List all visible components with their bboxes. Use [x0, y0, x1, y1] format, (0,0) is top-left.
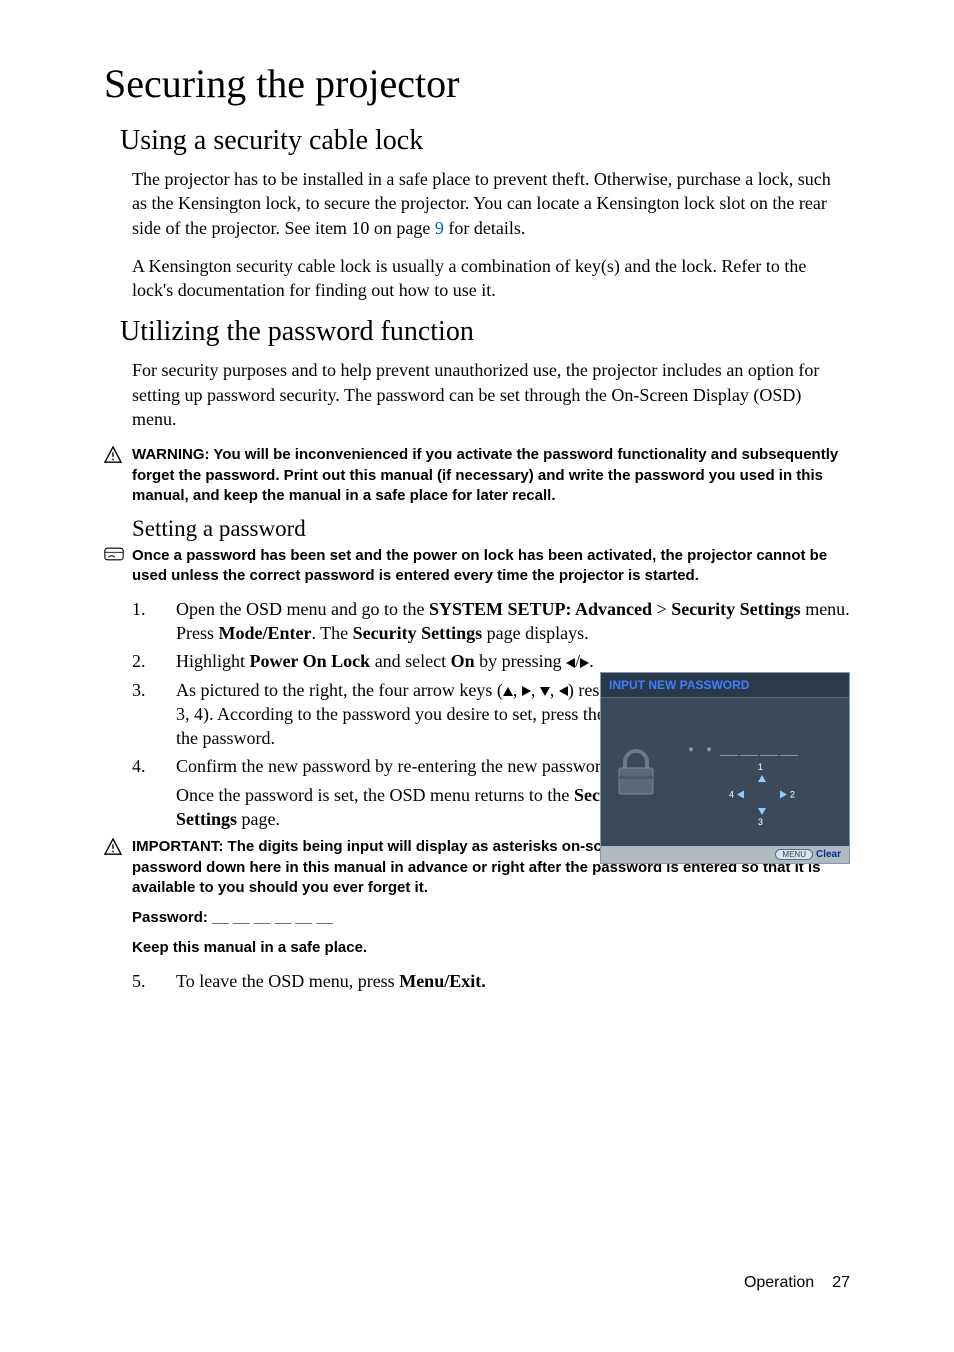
osd-footer: MENUClear	[601, 846, 849, 863]
down-arrow-icon	[540, 687, 550, 696]
osd-screenshot: INPUT NEW PASSWORD ** 1 2 3 4 MENUClear	[600, 672, 850, 864]
left-arrow-icon	[737, 791, 744, 799]
menu-path: Security Settings	[671, 599, 801, 619]
direction-left: 4	[729, 790, 744, 801]
up-arrow-icon	[758, 775, 766, 782]
text: Open the OSD menu and go to the	[176, 599, 429, 619]
right-arrow-icon	[780, 791, 787, 799]
option-label: Power On Lock	[250, 651, 371, 671]
text: for details.	[444, 218, 525, 238]
direction-right: 2	[780, 790, 795, 801]
blank-digit	[740, 746, 758, 756]
direction-down: 3	[758, 806, 766, 828]
paragraph: A Kensington security cable lock is usua…	[132, 254, 850, 303]
lock-icon	[615, 748, 657, 798]
blank-digit	[780, 746, 798, 756]
left-arrow-icon	[566, 658, 575, 668]
note-block: Once a password has been set and the pow…	[104, 546, 850, 587]
step-number: 1.	[132, 597, 176, 646]
osd-body: ** 1 2 3 4	[601, 698, 849, 846]
warning-text: WARNING: You will be inconvenienced if y…	[132, 445, 850, 506]
star-icon: *	[701, 744, 719, 759]
text: .	[589, 651, 594, 671]
text: Highlight	[176, 651, 250, 671]
text: To leave the OSD menu, press	[176, 971, 399, 991]
left-arrow-icon	[559, 686, 568, 696]
step-number: 2.	[132, 649, 176, 673]
menu-path: Security Settings	[353, 623, 483, 643]
osd-dialog: INPUT NEW PASSWORD ** 1 2 3 4 MENUClear	[600, 672, 850, 864]
star-icon: *	[683, 744, 701, 759]
paragraph: For security purposes and to help preven…	[132, 358, 850, 431]
button-label: Menu/Exit.	[399, 971, 486, 991]
right-arrow-icon	[522, 686, 531, 696]
step-number: 5.	[132, 969, 176, 993]
button-label: Mode/Enter	[219, 623, 312, 643]
blank-digit	[720, 746, 738, 756]
subsection-heading-setting-password: Setting a password	[132, 516, 850, 542]
clear-label: Clear	[816, 849, 841, 860]
warning-icon	[104, 837, 132, 898]
text: Once the password is set, the OSD menu r…	[176, 785, 574, 805]
warning-block: WARNING: You will be inconvenienced if y…	[104, 445, 850, 506]
text: >	[652, 599, 671, 619]
text: ,	[550, 680, 559, 700]
menu-button-hint: MENU	[775, 849, 813, 860]
down-arrow-icon	[758, 808, 766, 815]
footer-section: Operation	[744, 1274, 814, 1291]
arrow-keypad: 1 2 3 4	[727, 760, 797, 830]
text: page.	[237, 809, 280, 829]
direction-up: 1	[758, 762, 766, 784]
warning-icon	[104, 445, 132, 506]
step-number: 4.	[132, 754, 176, 778]
text: As pictured to the right, the four arrow…	[176, 680, 503, 700]
step-body: Highlight Power On Lock and select On by…	[176, 649, 850, 673]
up-arrow-icon	[503, 687, 513, 696]
note-text: Once a password has been set and the pow…	[132, 546, 850, 587]
text: page displays.	[482, 623, 588, 643]
step-body: Open the OSD menu and go to the SYSTEM S…	[176, 597, 850, 646]
step-5: 5. To leave the OSD menu, press Menu/Exi…	[132, 969, 850, 993]
keep-manual-text: Keep this manual in a safe place.	[132, 938, 850, 958]
text: . The	[312, 623, 353, 643]
option-value: On	[451, 651, 475, 671]
page-footer: Operation 27	[744, 1274, 850, 1292]
step-body-continuation: Once the password is set, the OSD menu r…	[176, 783, 654, 832]
page-title: Securing the projector	[104, 60, 850, 107]
text: and select	[370, 651, 450, 671]
menu-path: SYSTEM SETUP: Advanced	[429, 599, 652, 619]
note-icon	[104, 546, 132, 587]
section-heading-password: Utilizing the password function	[120, 316, 850, 348]
step-number: 3.	[132, 678, 176, 751]
section-heading-security-cable: Using a security cable lock	[120, 125, 850, 157]
footer-page-number: 27	[832, 1274, 850, 1291]
step-1: 1. Open the OSD menu and go to the SYSTE…	[132, 597, 850, 646]
text: ,	[513, 680, 522, 700]
page-link-9[interactable]: 9	[435, 218, 444, 238]
blank-digit	[760, 746, 778, 756]
password-blank-line: Password: __ __ __ __ __ __	[132, 908, 850, 928]
text: ,	[531, 680, 540, 700]
step-2: 2. Highlight Power On Lock and select On…	[132, 649, 850, 673]
osd-title: INPUT NEW PASSWORD	[601, 673, 849, 698]
text: by pressing	[475, 651, 567, 671]
step-body: To leave the OSD menu, press Menu/Exit.	[176, 969, 850, 993]
right-arrow-icon	[580, 658, 589, 668]
paragraph: The projector has to be installed in a s…	[132, 167, 850, 240]
